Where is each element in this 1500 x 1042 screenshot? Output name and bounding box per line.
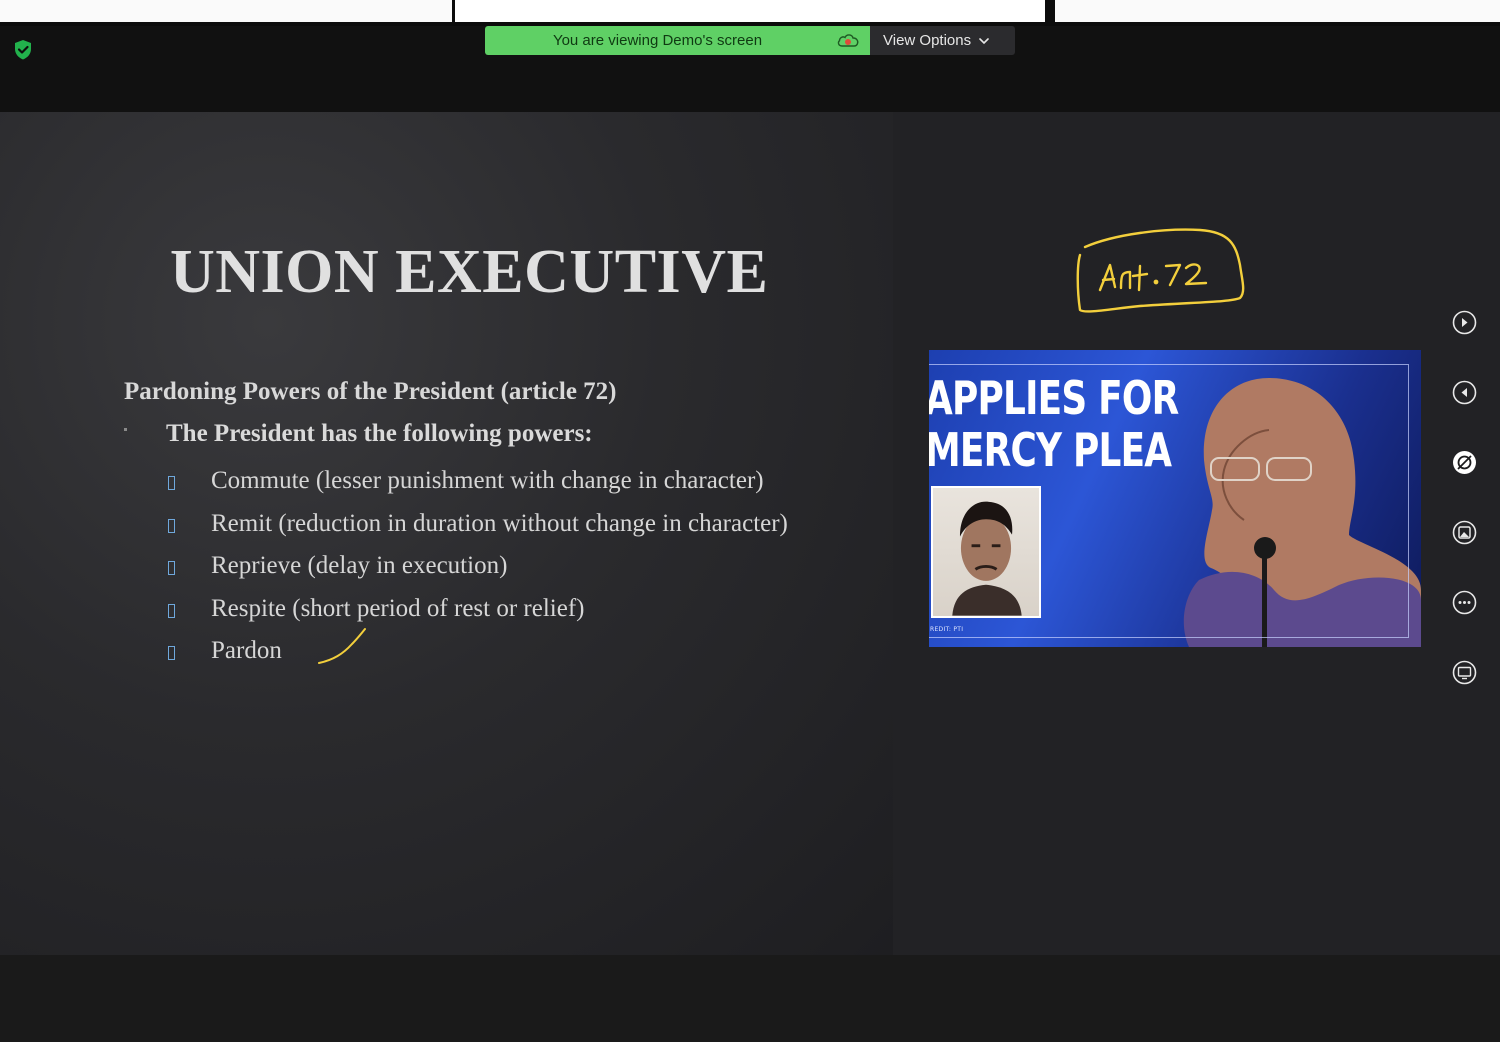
more-options-button[interactable] <box>1451 589 1478 616</box>
meeting-window: You are viewing Demo's screen View Optio… <box>0 0 1500 1042</box>
chevron-down-icon <box>979 37 989 44</box>
play-next-icon <box>1452 310 1477 335</box>
participant-thumbnail[interactable] <box>0 0 452 22</box>
slide-lead-text: The President has the following powers: <box>166 420 593 447</box>
meeting-top-bar: You are viewing Demo's screen View Optio… <box>0 26 1500 112</box>
view-options-button[interactable]: View Options <box>870 26 1015 55</box>
bullet-marker-icon <box>168 603 175 618</box>
shared-slide: UNION EXECUTIVE Pardoning Powers of the … <box>0 112 893 955</box>
slide-title: UNION EXECUTIVE <box>170 238 769 306</box>
news-headline-line: MERCY PLEA <box>929 423 1172 477</box>
screen-share-banner: You are viewing Demo's screen View Optio… <box>485 26 1015 55</box>
list-item-text: Commute (lesser punishment with change i… <box>211 467 764 494</box>
view-options-label: View Options <box>883 32 972 49</box>
news-image: APPLIES FOR MERCY PLEA REDIT: PTI <box>929 350 1421 647</box>
list-item-text: Pardon <box>211 637 282 664</box>
annotate-off-icon <box>1453 451 1476 474</box>
bullet-marker-icon <box>168 561 175 575</box>
sharing-notice-text: You are viewing Demo's screen <box>552 32 763 49</box>
news-headline-line: APPLIES FOR <box>929 371 1179 425</box>
screen-share-button[interactable] <box>1451 659 1478 686</box>
security-shield-icon[interactable] <box>12 39 34 61</box>
annotate-toggle-button[interactable] <box>1451 449 1478 476</box>
list-item-text: Respite (short period of rest or relief) <box>211 594 585 622</box>
play-previous-icon <box>1452 380 1477 405</box>
bullet-marker-icon <box>168 646 175 660</box>
bullet-marker-icon <box>168 518 175 533</box>
list-item-text: Reprieve (delay in execution) <box>211 552 508 579</box>
participant-thumbnail[interactable] <box>455 0 1045 22</box>
participant-thumbnail-strip <box>0 0 1500 26</box>
lead-bullet-dot <box>124 428 127 431</box>
inset-portrait-photo <box>952 501 1022 616</box>
image-tool-button[interactable] <box>1451 519 1478 546</box>
slide-subheading: Pardoning Powers of the President (artic… <box>124 378 617 405</box>
sharing-notice: You are viewing Demo's screen <box>485 26 870 55</box>
bullet-marker-icon <box>168 476 175 490</box>
previous-slide-button[interactable] <box>1451 379 1478 406</box>
next-slide-button[interactable] <box>1451 309 1478 336</box>
photo-credit: REDIT: PTI <box>930 626 964 633</box>
cloud-recording-icon[interactable] <box>836 31 860 49</box>
screen-share-icon <box>1452 660 1477 685</box>
participant-thumbnail[interactable] <box>1055 0 1500 22</box>
picture-icon <box>1452 520 1477 545</box>
bottom-bar <box>0 955 1500 1042</box>
list-item-text: Remit (reduction in duration without cha… <box>211 509 788 537</box>
more-icon <box>1452 590 1477 615</box>
inset-portrait <box>931 486 1041 618</box>
news-headline: APPLIES FOR MERCY PLEA <box>929 371 1179 477</box>
